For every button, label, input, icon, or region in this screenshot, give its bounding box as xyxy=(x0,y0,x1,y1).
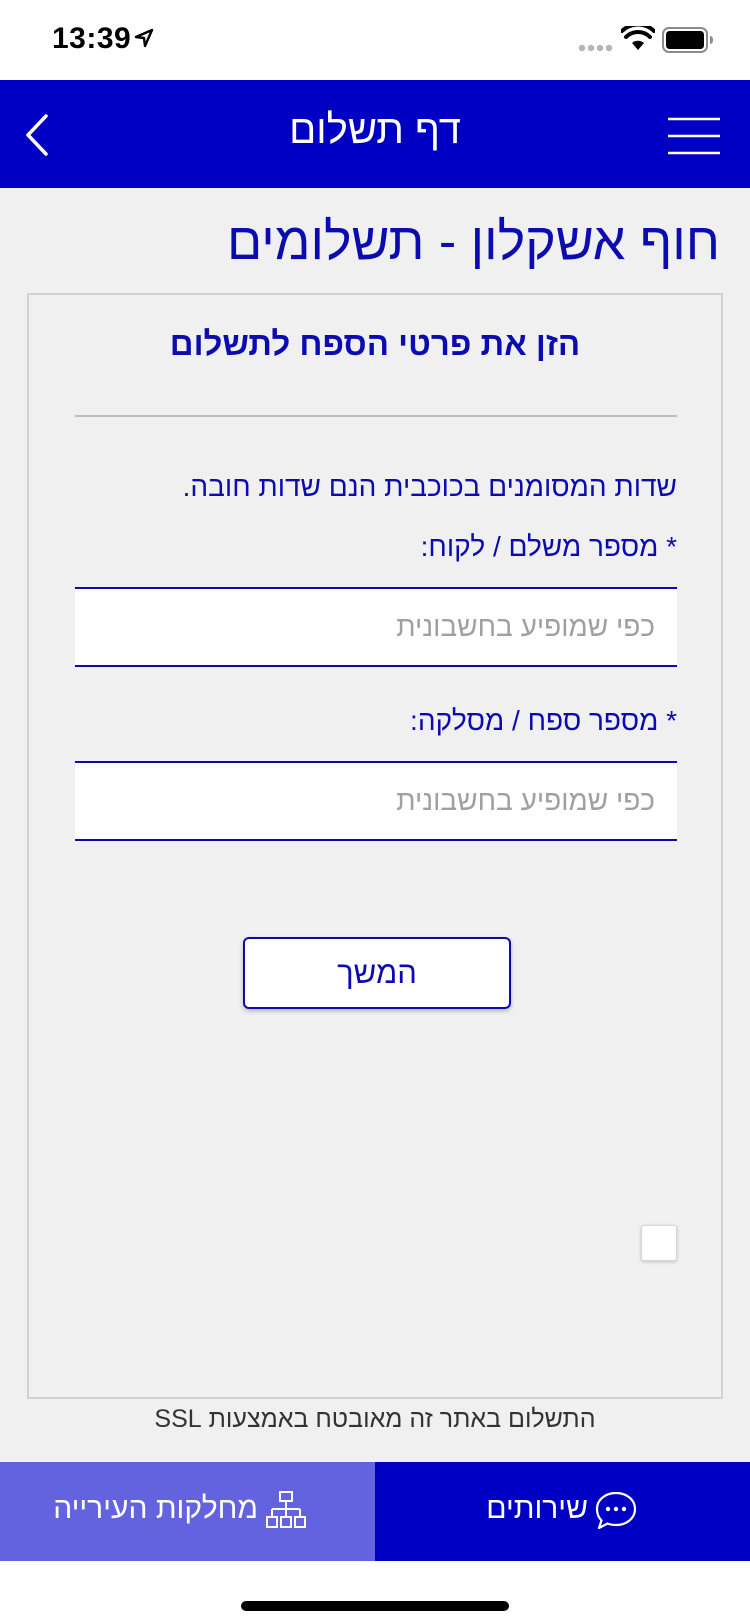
nav-services[interactable]: שירותים xyxy=(375,1462,750,1561)
payer-number-label: * מספר משלם / לקוח: xyxy=(420,531,677,562)
voucher-number-label: * מספר ספח / מסלקה: xyxy=(410,705,677,736)
home-indicator[interactable] xyxy=(241,1601,509,1611)
status-time: 13:39 xyxy=(52,22,132,55)
ssl-security-note: התשלום באתר זה מאובטח באמצעות SSL xyxy=(154,1405,596,1433)
cellular-signal-icon xyxy=(578,44,613,52)
org-chart-icon xyxy=(266,1491,306,1528)
payer-number-input[interactable] xyxy=(75,587,677,667)
location-arrow-icon xyxy=(134,28,154,48)
voucher-number-input[interactable] xyxy=(75,761,677,841)
nav-services-label: שירותים xyxy=(486,1492,588,1525)
header-title: דף תשלום xyxy=(289,108,461,152)
app-header: דף תשלום xyxy=(0,80,750,188)
status-bar: 13:39 xyxy=(0,0,750,80)
required-fields-note: שדות המסומנים בכוכבית הנם שדות חובה. xyxy=(182,471,677,502)
home-indicator-area xyxy=(0,1561,750,1623)
payment-form-card: הזן את פרטי הספח לתשלום שדות המסומנים בכ… xyxy=(27,293,723,1399)
continue-button[interactable]: המשך xyxy=(243,937,511,1009)
chat-bubble-icon xyxy=(595,1491,637,1530)
bottom-nav: מחלקות העירייה שירותים xyxy=(0,1462,750,1561)
hamburger-menu-icon[interactable] xyxy=(666,116,722,156)
nav-departments-label: מחלקות העירייה xyxy=(53,1492,258,1525)
page-title: חוף אשקלון - תשלומים xyxy=(227,213,720,271)
battery-icon xyxy=(662,27,713,53)
divider xyxy=(75,415,677,417)
recaptcha-checkbox[interactable] xyxy=(641,1225,677,1261)
form-heading: הזן את פרטי הספח לתשלום xyxy=(169,325,581,362)
wifi-icon xyxy=(621,26,655,50)
nav-city-departments[interactable]: מחלקות העירייה xyxy=(0,1462,375,1561)
